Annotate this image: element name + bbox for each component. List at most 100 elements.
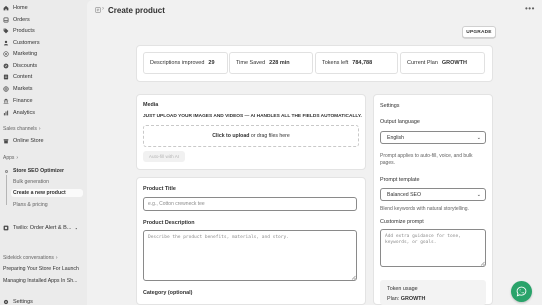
product-title-input[interactable]: e.g., Cotton crewneck tee xyxy=(143,197,357,211)
sidebar-item-label: Markets xyxy=(13,86,33,92)
apps-heading[interactable]: Apps › xyxy=(3,155,18,161)
stat-label: Tokens left xyxy=(322,60,349,66)
breadcrumb-separator-icon: › xyxy=(102,6,104,12)
sidebar-item-marketing[interactable]: Marketing xyxy=(3,49,37,59)
sidekick-heading[interactable]: Sidekick conversations › xyxy=(3,255,58,261)
stat-descriptions-improved: Descriptions improved 29 xyxy=(143,52,228,74)
stat-label: Time Saved xyxy=(236,60,266,66)
sidebar-item-online-store[interactable]: Online Store xyxy=(3,136,44,146)
store-icon xyxy=(3,138,9,144)
resize-handle-icon[interactable] xyxy=(351,275,356,280)
stat-current-plan: Current Plan GROWTH xyxy=(400,52,485,74)
customize-prompt-label: Customize prompt xyxy=(380,219,424,225)
stat-time-saved: Time Saved 228 min xyxy=(229,52,313,74)
pin-icon: ▪ xyxy=(75,225,77,231)
sidebar-item-label: Customers xyxy=(13,39,40,46)
app-sub-item-plans-pricing[interactable]: Plans & pricing xyxy=(13,202,48,208)
sidebar-item-label: Discounts xyxy=(13,62,38,69)
app-store-seo-optimizer[interactable]: Store SEO Optimizer xyxy=(13,168,64,174)
tag-icon xyxy=(3,28,9,34)
stat-label: Descriptions improved xyxy=(150,60,205,66)
app-tile-icon xyxy=(3,225,9,231)
chevron-right-icon: › xyxy=(16,155,19,161)
orders-icon xyxy=(3,17,9,23)
sidebar-item-label: Finance xyxy=(13,98,33,104)
sidebar-item-markets[interactable]: Markets xyxy=(3,84,33,94)
prompt-template-label: Prompt template xyxy=(380,177,420,183)
sidebar-item-content[interactable]: Content xyxy=(3,72,32,82)
stat-value: GROWTH xyxy=(441,60,467,66)
person-icon xyxy=(3,40,9,46)
title-field-label: Product Title xyxy=(143,186,176,192)
sidebar-item-products[interactable]: Products xyxy=(3,26,35,36)
sidebar-item-analytics[interactable]: Analytics xyxy=(3,108,35,118)
plan-value: GROWTH xyxy=(400,296,426,302)
sidebar-item-customers[interactable]: Customers xyxy=(3,38,40,48)
chevron-right-icon: › xyxy=(55,255,58,261)
prompt-template-select[interactable]: Balanced SEO ⌄ xyxy=(380,188,486,201)
plan-prefix: Plan: xyxy=(387,296,400,302)
content-icon xyxy=(3,74,9,80)
app-sub-item-create-product[interactable]: Create a new product xyxy=(11,189,83,197)
chevron-right-icon: › xyxy=(38,126,41,132)
settings-title: Settings xyxy=(380,103,400,109)
prompt-template-hint: Blend keywords with natural storytelling… xyxy=(380,206,469,212)
sidebar-item-settings[interactable]: Settings xyxy=(3,297,33,305)
sidebar-item-label: Twilio: Order Alert & B... xyxy=(13,225,72,231)
output-language-hint: Prompt applies to auto-fill, voice, and … xyxy=(380,153,473,166)
sidebar-item-discounts[interactable]: Discounts xyxy=(3,61,37,71)
target-icon xyxy=(3,51,9,57)
app-icon xyxy=(5,169,8,173)
sidebar-item-label: Settings xyxy=(13,299,33,305)
category-field-label: Category (optional) xyxy=(143,290,193,296)
discount-icon xyxy=(3,63,9,69)
sidebar-item-label: Home xyxy=(13,5,28,11)
sidebar-item-twilio[interactable]: Twilio: Order Alert & B... ▪ xyxy=(3,223,77,233)
more-actions-icon[interactable]: ••• xyxy=(525,4,535,13)
dropzone-text: or drag files here xyxy=(250,133,290,139)
customize-prompt-textarea[interactable]: Add extra guidance for tone, keywords, o… xyxy=(380,229,486,267)
product-description-textarea[interactable]: Describe the product benefits, materials… xyxy=(143,230,357,281)
resize-handle-icon[interactable] xyxy=(480,261,485,266)
description-field-label: Product Description xyxy=(143,220,195,226)
page-title: Create product xyxy=(108,6,165,15)
app-sub-item-bulk-generation[interactable]: Bulk generation xyxy=(13,179,49,185)
sales-channels-heading[interactable]: Sales channels › xyxy=(3,126,41,132)
stat-value: 784,788 xyxy=(352,60,373,66)
stat-tokens-left: Tokens left 784,788 xyxy=(315,52,398,74)
media-title: Media xyxy=(143,102,159,108)
sidebar-item-label: Orders xyxy=(13,16,30,23)
app-breadcrumb-icon[interactable] xyxy=(95,7,101,13)
chart-icon xyxy=(3,110,9,116)
bank-icon xyxy=(3,98,9,104)
tree-line xyxy=(6,175,7,205)
stat-value: 29 xyxy=(208,60,215,66)
media-instructions: JUST UPLOAD YOUR IMAGES AND VIDEOS — AI … xyxy=(143,114,362,119)
token-usage-label: Token usage xyxy=(387,286,418,292)
stat-value: 228 min xyxy=(269,60,290,66)
sidebar-item-finance[interactable]: Finance xyxy=(3,96,33,106)
sidekick-conversation-item[interactable]: Managing Installed Apps In Sh... xyxy=(3,278,77,284)
sidebar-item-label: Analytics xyxy=(13,110,36,116)
media-dropzone[interactable]: Click to upload or drag files here xyxy=(143,125,359,147)
output-language-select[interactable]: English ⌄ xyxy=(380,131,486,144)
select-chevron-icon: ⌄ xyxy=(476,134,481,141)
globe-icon xyxy=(3,86,9,92)
home-icon xyxy=(3,5,9,11)
upload-link[interactable]: Click to upload xyxy=(212,133,249,139)
sidebar-item-home[interactable]: Home xyxy=(3,3,28,13)
chat-bubble-icon xyxy=(516,286,527,297)
select-chevron-icon: ⌄ xyxy=(476,191,481,198)
select-value: Balanced SEO xyxy=(387,191,422,198)
chat-button[interactable] xyxy=(511,281,532,302)
stat-label: Current Plan xyxy=(407,60,438,66)
plan-line: Plan: GROWTH xyxy=(387,296,425,302)
gear-icon xyxy=(3,299,9,305)
autofill-button[interactable]: Auto-fill with AI xyxy=(143,151,185,162)
sidekick-conversation-item[interactable]: Preparing Your Store For Launch xyxy=(3,266,79,272)
select-value: English xyxy=(387,134,405,141)
sidebar-item-orders[interactable]: Orders xyxy=(3,15,30,25)
sidebar: Home Orders Products Customers Marketing… xyxy=(0,0,87,305)
sidebar-item-label: Online Store xyxy=(13,138,44,144)
upgrade-button[interactable]: UPGRADE xyxy=(462,26,496,38)
